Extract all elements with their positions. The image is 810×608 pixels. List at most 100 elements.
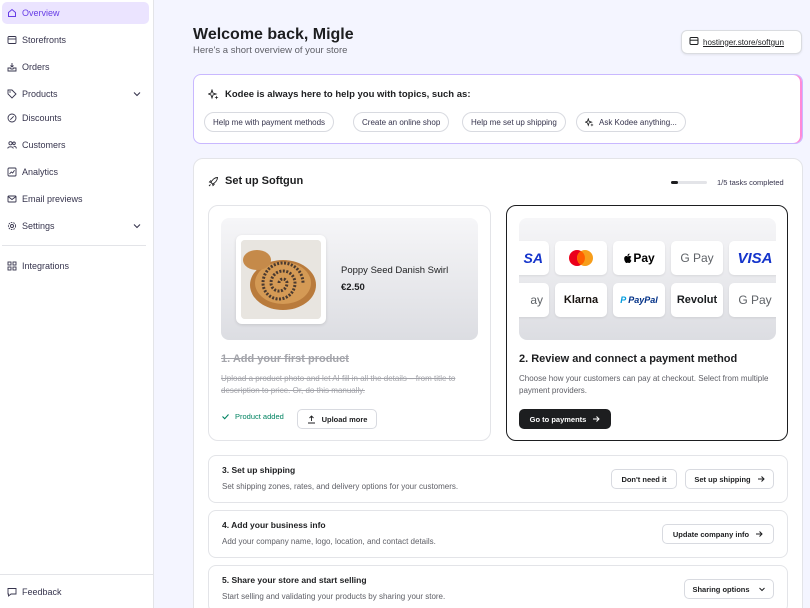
paypal-logo: P PayPal: [613, 283, 665, 317]
update-company-info-button[interactable]: Update company info: [662, 524, 774, 544]
kodee-chip-payment[interactable]: Help me with payment methods: [204, 112, 335, 132]
sidebar-item-integrations[interactable]: Integrations: [2, 255, 149, 277]
setup-progress-bar: [671, 181, 707, 184]
sidebar-item-discounts[interactable]: Discounts: [2, 107, 149, 129]
product-thumbnail: [236, 235, 326, 324]
upload-icon: [307, 414, 316, 424]
product-preview: Poppy Seed Danish Swirl €2.50: [221, 218, 478, 340]
kodee-chip-online-shop[interactable]: Create an online shop: [353, 112, 450, 132]
apple-pay-logo: Pay: [613, 241, 665, 275]
set-up-shipping-button[interactable]: Set up shipping: [685, 469, 774, 489]
sidebar-item-overview[interactable]: Overview: [2, 2, 149, 24]
apple-icon: [623, 253, 632, 264]
sidebar-item-label: Customers: [22, 140, 66, 150]
arrow-right-icon: [755, 530, 763, 538]
sparkle-icon: [585, 117, 594, 127]
discount-icon: [7, 113, 17, 123]
sidebar-item-label: Products: [22, 89, 58, 99]
grid-icon: [7, 261, 17, 271]
task-row-share-store: 5. Share your store and start selling St…: [208, 565, 788, 608]
gear-icon: [7, 221, 17, 231]
task-heading: 1. Add your first product: [221, 353, 349, 365]
go-to-payments-button[interactable]: Go to payments: [519, 409, 611, 429]
sharing-options-label: Sharing options: [692, 584, 750, 594]
sidebar-divider: [2, 245, 146, 246]
sidebar-item-orders[interactable]: Orders: [2, 56, 149, 78]
sidebar-item-products[interactable]: Products: [2, 83, 149, 105]
visa-logo-partial: SA: [519, 241, 549, 275]
sidebar-item-label: Email previews: [22, 194, 83, 204]
home-icon: [7, 8, 17, 18]
visa-logo: VISA: [729, 241, 776, 275]
sidebar-item-label: Settings: [22, 221, 55, 231]
product-added-status: Product added: [221, 412, 284, 421]
check-icon: [221, 412, 230, 421]
paypal-icon: P: [620, 295, 627, 305]
storefront-icon: [689, 36, 699, 48]
mail-icon: [7, 194, 17, 204]
upload-more-button[interactable]: Upload more: [297, 409, 377, 429]
sharing-options-button[interactable]: Sharing options: [684, 579, 774, 599]
sidebar-item-label: Orders: [22, 62, 50, 72]
sidebar-item-label: Analytics: [22, 167, 59, 177]
setup-title-text: Set up Softgun: [225, 175, 304, 187]
feedback-button[interactable]: Feedback: [2, 581, 149, 603]
store-link-url[interactable]: hostinger.store/softgun: [703, 38, 784, 47]
kodee-title: Kodee is always here to help you with to…: [207, 88, 471, 100]
paypal-label: PayPal: [628, 295, 658, 305]
product-price: €2.50: [341, 282, 365, 293]
kodee-title-text: Kodee is always here to help you with to…: [225, 89, 471, 100]
arrow-right-icon: [592, 415, 601, 423]
feedback-icon: [7, 587, 17, 597]
chevron-down-icon: [758, 585, 766, 593]
kodee-chip-shipping[interactable]: Help me set up shipping: [462, 112, 566, 132]
task-card-payment[interactable]: SA Pay G Pay VISA G ay Klarna P PayPal R…: [506, 205, 788, 441]
task-heading: 2. Review and connect a payment method: [519, 353, 738, 365]
payment-methods-preview: SA Pay G Pay VISA G ay Klarna P PayPal R…: [519, 218, 776, 340]
sidebar-footer: Feedback: [0, 574, 154, 608]
rocket-icon: [208, 176, 219, 187]
storefront-icon: [7, 35, 17, 45]
store-link-button[interactable]: hostinger.store/softgun: [681, 30, 802, 54]
users-icon: [7, 140, 17, 150]
status-text: Product added: [235, 412, 284, 421]
feedback-label: Feedback: [22, 587, 62, 597]
sparkle-icon: [207, 88, 219, 100]
task-heading: 5. Share your store and start selling: [222, 575, 367, 585]
upload-more-label: Upload more: [321, 414, 368, 424]
page-subtitle: Here's a short overview of your store: [193, 45, 348, 56]
google-pay-logo: G Pay: [729, 283, 776, 317]
gpay-logo-partial: ay: [519, 283, 549, 317]
task-heading: 3. Set up shipping: [222, 465, 296, 475]
setup-progress-fill: [671, 181, 679, 184]
set-up-shipping-label: Set up shipping: [694, 474, 751, 484]
chart-icon: [7, 167, 17, 177]
google-pay-logo: G Pay: [671, 241, 723, 275]
task-description: Choose how your customers can pay at che…: [519, 374, 769, 395]
update-company-info-label: Update company info: [672, 529, 750, 539]
kodee-chip-ask[interactable]: Ask Kodee anything...: [576, 112, 686, 132]
task-card-add-product: Poppy Seed Danish Swirl €2.50 1. Add you…: [208, 205, 491, 441]
dont-need-it-button[interactable]: Don't need it: [611, 469, 677, 489]
task-description: Add your company name, logo, location, a…: [222, 537, 436, 546]
sidebar-item-label: Storefronts: [22, 35, 67, 45]
sidebar-item-customers[interactable]: Customers: [2, 134, 149, 156]
page-title: Welcome back, Migle: [193, 26, 354, 43]
product-image: [241, 240, 321, 319]
task-description: Start selling and validating your produc…: [222, 592, 446, 601]
kodee-card: Kodee is always here to help you with to…: [193, 74, 803, 144]
sidebar-item-storefronts[interactable]: Storefronts: [2, 29, 149, 51]
sidebar-item-label: Discounts: [22, 113, 62, 123]
sidebar-item-settings[interactable]: Settings: [2, 215, 149, 237]
chevron-down-icon[interactable]: [132, 89, 142, 99]
chevron-down-icon[interactable]: [132, 221, 142, 231]
task-description: Set shipping zones, rates, and delivery …: [222, 482, 459, 491]
sidebar-item-label: Overview: [22, 8, 60, 18]
sidebar-item-analytics[interactable]: Analytics: [2, 161, 149, 183]
task-description: Upload a product photo and let AI fill i…: [221, 374, 456, 395]
klarna-logo: Klarna: [555, 283, 607, 317]
kodee-chip-label: Ask Kodee anything...: [599, 117, 677, 127]
mastercard-logo: [555, 241, 607, 275]
setup-panel: Set up Softgun 1/5 tasks completed Poppy…: [193, 158, 803, 608]
sidebar-item-email-previews[interactable]: Email previews: [2, 188, 149, 210]
